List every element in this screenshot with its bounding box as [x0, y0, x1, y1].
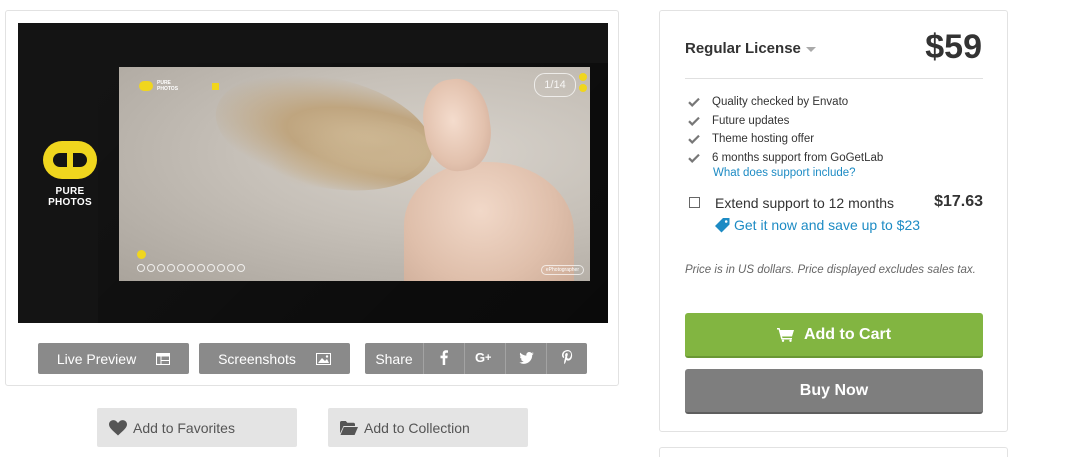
- live-preview-label: Live Preview: [56, 350, 137, 367]
- svg-text:+: +: [485, 352, 491, 364]
- purchase-card: Regular License $59 Quality checked by E…: [659, 10, 1008, 432]
- extend-support-checkbox[interactable]: [689, 197, 700, 208]
- extend-support-label[interactable]: Extend support to 12 months: [715, 195, 894, 211]
- brand-logo-icon: [43, 141, 97, 179]
- extend-support-row: Extend support to 12 months $17.63: [689, 193, 985, 217]
- add-to-cart-label: Add to Cart: [803, 325, 892, 343]
- price-note: Price is in US dollars. Price displayed …: [685, 264, 976, 276]
- divider: [685, 78, 983, 79]
- social-icon: [217, 264, 225, 272]
- save-offer-label: Get it now and save up to $23: [734, 217, 921, 233]
- cart-icon: [776, 327, 794, 342]
- google-plus-share-button[interactable]: G +: [465, 343, 506, 374]
- image-icon: [315, 352, 331, 365]
- mini-brand-text: PURE PHOTOS: [157, 80, 179, 92]
- brand-logo-block: PURE PHOTOS: [40, 141, 100, 208]
- svg-text:G: G: [475, 351, 485, 364]
- folder-open-icon: [340, 420, 358, 435]
- photo-figure: [404, 162, 574, 281]
- photo-credit-badge: ePhotographer: [540, 265, 584, 275]
- screenshots-label: Screenshots: [218, 350, 296, 367]
- social-icon: [237, 264, 245, 272]
- pinterest-icon: [561, 349, 573, 368]
- add-to-favorites-button[interactable]: Add to Favorites: [97, 408, 297, 447]
- screenshots-button[interactable]: Screenshots: [199, 343, 350, 374]
- check-icon: [688, 97, 700, 108]
- facebook-icon: [440, 349, 448, 368]
- preview-screenshot: PURE PHOTOS 1/14 ePhotographer: [119, 67, 590, 281]
- save-offer-link[interactable]: Get it now and save up to $23: [715, 217, 920, 233]
- brand-name-line2: PHOTOS: [48, 197, 92, 208]
- add-to-cart-button[interactable]: Add to Cart: [685, 313, 983, 358]
- share-dot-icon: [579, 73, 587, 81]
- buy-now-button[interactable]: Buy Now: [685, 369, 983, 414]
- add-to-collection-button[interactable]: Add to Collection: [328, 408, 528, 447]
- social-icon: [147, 264, 155, 272]
- google-plus-icon: G +: [475, 350, 495, 367]
- feature-item: 6 months support from GoGetLab: [688, 149, 883, 168]
- feature-item: Quality checked by Envato: [688, 93, 883, 112]
- twitter-share-button[interactable]: [506, 343, 547, 374]
- add-to-collection-label: Add to Collection: [364, 419, 470, 436]
- extend-support-price: $17.63: [934, 193, 983, 210]
- layout-icon: [156, 352, 171, 365]
- social-icon: [197, 264, 205, 272]
- support-info-link[interactable]: What does support include?: [713, 167, 856, 179]
- social-icon: [167, 264, 175, 272]
- check-icon: [688, 134, 700, 145]
- social-icon: [137, 264, 145, 272]
- check-icon: [688, 153, 700, 163]
- pinterest-share-button[interactable]: [547, 343, 587, 374]
- buy-now-label: Buy Now: [799, 381, 869, 399]
- feature-item: Future updates: [688, 112, 883, 131]
- live-preview-button[interactable]: Live Preview: [38, 343, 189, 374]
- next-card-edge: [659, 447, 1008, 457]
- check-icon: [688, 116, 700, 126]
- social-icon: [157, 264, 165, 272]
- settings-dot-icon: [579, 84, 587, 92]
- social-icon: [227, 264, 235, 272]
- item-preview-card: PURE PHOTOS PURE PHOTOS 1/14 ePhotograph…: [5, 10, 619, 386]
- social-icon: [207, 264, 215, 272]
- twitter-icon: [518, 351, 534, 367]
- social-icon: [187, 264, 195, 272]
- mini-logo-icon: [139, 81, 153, 91]
- license-price: $59: [925, 28, 982, 66]
- heart-icon: [109, 419, 127, 436]
- mini-menu-icon: [212, 83, 219, 90]
- social-icons-row: [137, 264, 245, 272]
- license-selector[interactable]: Regular License: [685, 40, 816, 57]
- caret-down-icon: [805, 46, 816, 52]
- share-button-group: Share G +: [365, 343, 587, 374]
- share-label-button[interactable]: Share: [365, 343, 424, 374]
- license-title: Regular License: [685, 40, 801, 57]
- feature-item: Theme hosting offer: [688, 130, 883, 149]
- slide-counter: 1/14: [534, 73, 576, 97]
- theme-preview-image[interactable]: PURE PHOTOS PURE PHOTOS 1/14 ePhotograph…: [18, 23, 608, 323]
- facebook-share-button[interactable]: [424, 343, 465, 374]
- social-icon: [177, 264, 185, 272]
- tag-icon: [715, 217, 730, 233]
- share-small-icon: [137, 250, 146, 259]
- brand-name-line1: PURE: [55, 186, 85, 197]
- feature-list: Quality checked by Envato Future updates…: [688, 93, 883, 167]
- add-to-favorites-label: Add to Favorites: [133, 419, 235, 436]
